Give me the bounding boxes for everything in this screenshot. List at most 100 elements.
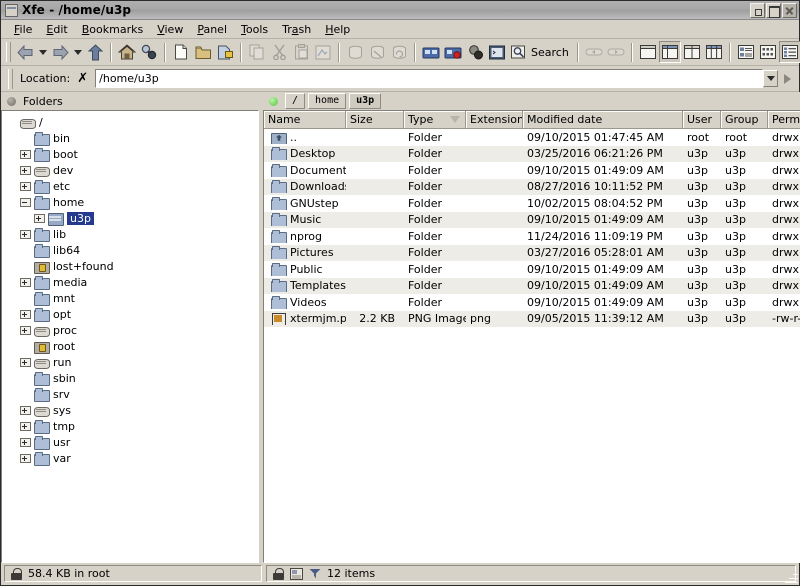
go-work-button[interactable] [138, 41, 160, 63]
menu-edit[interactable]: Edit [39, 22, 74, 37]
properties-button[interactable] [312, 41, 334, 63]
file-row[interactable]: TemplatesFolder09/10/2015 01:49:09 AMu3p… [264, 278, 800, 295]
thumbnails-toggle-icon[interactable] [290, 568, 303, 580]
copy-button[interactable] [246, 41, 268, 63]
minimize-button[interactable] [750, 3, 765, 18]
file-row[interactable]: ..Folder09/10/2015 01:47:45 AMrootrootdr… [264, 129, 800, 146]
go-forward-button[interactable] [49, 41, 71, 63]
tree-item-lib64[interactable]: lib64 [6, 242, 258, 258]
tree-item-root[interactable]: root [6, 338, 258, 354]
go-back-menu-button[interactable] [36, 41, 49, 63]
expand-plus-icon[interactable] [20, 230, 31, 239]
tree-item-lost+found[interactable]: lost+found [6, 258, 258, 274]
file-row[interactable]: GNUstepFolder10/02/2015 08:04:52 PMu3pu3… [264, 195, 800, 212]
tree-item-home[interactable]: home [6, 194, 258, 210]
column-header-size[interactable]: Size [346, 111, 404, 128]
expand-plus-icon[interactable] [20, 166, 31, 175]
go-home-button[interactable] [116, 41, 138, 63]
file-row[interactable]: MusicFolder09/10/2015 01:49:09 AMu3pu3pd… [264, 212, 800, 229]
filter-icon[interactable] [309, 569, 321, 579]
column-header-permissions[interactable]: Permissions [768, 111, 800, 128]
location-go-button[interactable] [779, 74, 795, 84]
toolbar-grip[interactable] [6, 42, 11, 62]
file-row[interactable]: DesktopFolder03/25/2016 06:21:26 PMu3pu3… [264, 146, 800, 163]
maximize-button[interactable] [766, 3, 781, 18]
terminal-button[interactable] [486, 41, 508, 63]
tree-two-panels-button[interactable] [703, 41, 725, 63]
window-resize-grip[interactable] [784, 570, 798, 584]
tree-item-proc[interactable]: proc [6, 322, 258, 338]
tree-item-sbin[interactable]: sbin [6, 370, 258, 386]
tree-item--[interactable]: / [6, 114, 258, 130]
breadcrumb-item[interactable]: / [285, 93, 305, 109]
next-panel-button[interactable] [605, 41, 627, 63]
menu-view[interactable]: View [150, 22, 190, 37]
breadcrumb-item[interactable]: u3p [349, 93, 381, 109]
expand-plus-icon[interactable] [20, 406, 31, 415]
small-icons-button[interactable] [757, 41, 779, 63]
expand-plus-icon[interactable] [34, 214, 45, 223]
tree-item-sys[interactable]: sys [6, 402, 258, 418]
tree-item-var[interactable]: var [6, 450, 258, 466]
window-menu-icon[interactable] [5, 4, 18, 17]
prev-panel-button[interactable] [583, 41, 605, 63]
search-label[interactable]: Search [530, 46, 573, 59]
tree-item-tmp[interactable]: tmp [6, 418, 258, 434]
column-header-extension[interactable]: Extension [466, 111, 523, 128]
tree-item-opt[interactable]: opt [6, 306, 258, 322]
tree-item-run[interactable]: run [6, 354, 258, 370]
mount-button[interactable] [344, 41, 366, 63]
refresh-button[interactable] [388, 41, 410, 63]
unmount-button[interactable] [366, 41, 388, 63]
file-row[interactable]: PublicFolder09/10/2015 01:49:09 AMu3pu3p… [264, 261, 800, 278]
cut-button[interactable] [268, 41, 290, 63]
file-row[interactable]: DocumentsFolder09/10/2015 01:49:09 AMu3p… [264, 162, 800, 179]
expand-plus-icon[interactable] [20, 454, 31, 463]
go-up-button[interactable] [84, 41, 106, 63]
search-icon[interactable] [508, 41, 530, 63]
new-symlink-button[interactable] [214, 41, 236, 63]
run-button[interactable] [464, 41, 486, 63]
title-bar[interactable]: Xfe - /home/u3p [1, 1, 799, 20]
tree-item-u3p[interactable]: u3p [6, 210, 258, 226]
column-header-user[interactable]: User [683, 111, 721, 128]
location-dropdown-button[interactable] [763, 70, 778, 87]
menu-bookmarks[interactable]: Bookmarks [75, 22, 150, 37]
one-panel-button[interactable] [637, 41, 659, 63]
detailed-list-button[interactable] [779, 41, 800, 63]
go-back-button[interactable] [14, 41, 36, 63]
file-list-body[interactable]: ..Folder09/10/2015 01:47:45 AMrootrootdr… [264, 129, 800, 327]
file-row[interactable]: VideosFolder09/10/2015 01:49:09 AMu3pu3p… [264, 294, 800, 311]
location-input[interactable]: /home/u3p [95, 69, 763, 88]
expand-plus-icon[interactable] [20, 438, 31, 447]
lock-icon[interactable] [273, 568, 284, 580]
tree-item-etc[interactable]: etc [6, 178, 258, 194]
tree-item-boot[interactable]: boot [6, 146, 258, 162]
file-row[interactable]: xtermjm.png2.2 KBPNG Imagepng09/05/2015 … [264, 311, 800, 328]
expand-plus-icon[interactable] [20, 310, 31, 319]
two-panels-button[interactable] [681, 41, 703, 63]
tree-item-srv[interactable]: srv [6, 386, 258, 402]
menu-file[interactable]: File [7, 22, 39, 37]
file-row[interactable]: nprogFolder11/24/2016 11:09:19 PMu3pu3pd… [264, 228, 800, 245]
breadcrumb-item[interactable]: home [308, 93, 346, 109]
tree-item-dev[interactable]: dev [6, 162, 258, 178]
menu-panel[interactable]: Panel [190, 22, 234, 37]
file-row[interactable]: DownloadsFolder08/27/2016 10:11:52 PMu3p… [264, 179, 800, 196]
menu-tools[interactable]: Tools [234, 22, 275, 37]
menu-trash[interactable]: Trash [275, 22, 318, 37]
paste-button[interactable] [290, 41, 312, 63]
new-folder-button[interactable] [192, 41, 214, 63]
expand-plus-icon[interactable] [20, 326, 31, 335]
tree-item-bin[interactable]: bin [6, 130, 258, 146]
tree-item-usr[interactable]: usr [6, 434, 258, 450]
expand-plus-icon[interactable] [20, 278, 31, 287]
tree-list-panel-button[interactable] [659, 41, 681, 63]
close-button[interactable] [782, 3, 797, 18]
go-forward-menu-button[interactable] [71, 41, 84, 63]
tree-item-lib[interactable]: lib [6, 226, 258, 242]
expand-plus-icon[interactable] [20, 358, 31, 367]
delete-dir-button[interactable] [442, 41, 464, 63]
expand-plus-icon[interactable] [20, 422, 31, 431]
location-grip[interactable] [8, 69, 13, 89]
